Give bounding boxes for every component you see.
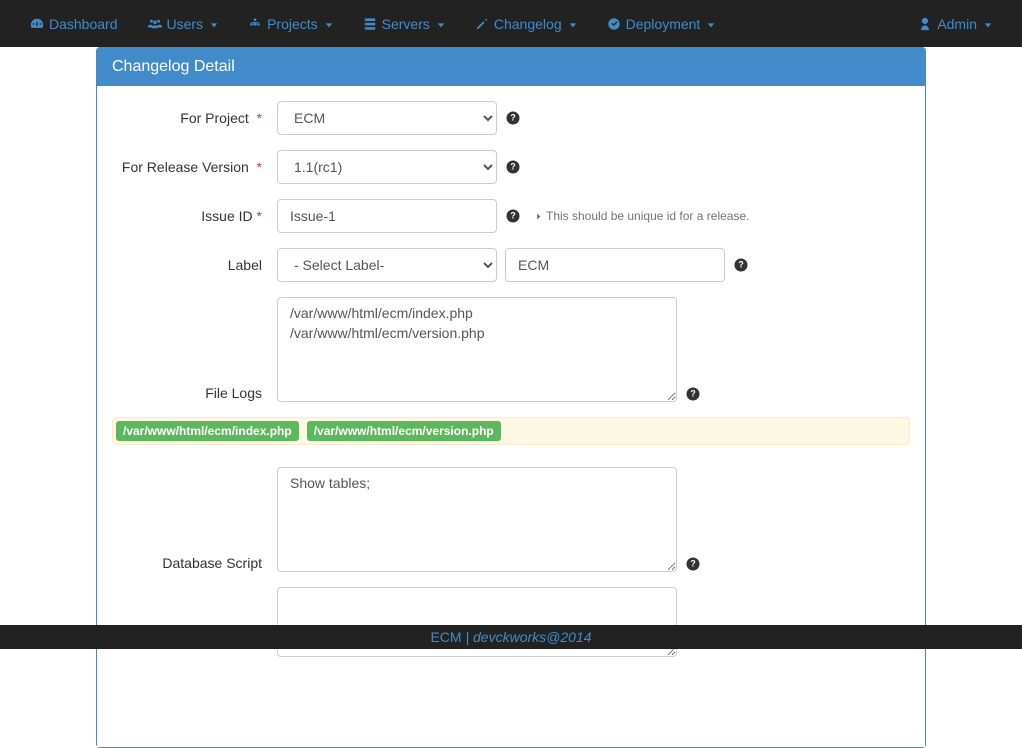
help-icon[interactable]: ? [505,159,521,175]
svg-text:?: ? [510,162,515,172]
navbar: Dashboard Users Projects Servers Changel… [0,0,1022,47]
nav-projects[interactable]: Projects [233,3,348,45]
help-icon[interactable]: ? [505,110,521,126]
nav-dashboard[interactable]: Dashboard [15,3,133,45]
check-circle-icon [607,17,621,31]
file-tags-box: /var/www/html/ecm/index.php /var/www/htm… [112,417,910,445]
nav-admin-label: Admin [937,16,977,32]
caret-icon [984,16,992,32]
label-label: Label [112,257,277,273]
label-version: For Release Version * [112,159,277,175]
svg-text:?: ? [738,260,743,270]
caret-icon [437,16,445,32]
server-icon [363,17,377,31]
nav-servers[interactable]: Servers [348,3,460,45]
nav-deployment-label: Deployment [626,16,701,32]
issue-help-text: This should be unique id for a release. [535,209,749,223]
caret-icon [569,16,577,32]
caret-icon [210,16,218,32]
filelogs-textarea[interactable] [277,297,677,402]
footer-byline: devckworks@2014 [473,629,592,645]
svg-text:?: ? [690,559,695,569]
caret-icon [325,16,333,32]
user-icon [918,17,932,31]
label-select[interactable]: - Select Label- [277,248,497,282]
label-text-input[interactable] [505,248,725,282]
help-icon[interactable]: ? [685,556,701,572]
issue-input[interactable] [277,199,497,233]
footer: ECM | devckworks@2014 [0,625,1022,649]
footer-brand: ECM [430,629,461,645]
label-dbscript: Database Script [112,467,277,571]
nav-dashboard-label: Dashboard [49,16,118,32]
navbar-left: Dashboard Users Projects Servers Changel… [15,3,730,45]
help-icon[interactable]: ? [505,208,521,224]
row-project: For Project * ECM ? [112,101,910,135]
nav-deployment[interactable]: Deployment [592,3,731,45]
row-issue: Issue ID * ? This should be unique id fo… [112,199,910,233]
project-select[interactable]: ECM [277,101,497,135]
caret-right-icon [535,209,542,223]
users-icon [148,17,162,31]
navbar-right: Admin [903,3,1007,45]
dbscript-textarea[interactable] [277,467,677,572]
nav-projects-label: Projects [267,16,318,32]
nav-changelog-label: Changelog [494,16,562,32]
row-version: For Release Version * 1.1(rc1) ? [112,150,910,184]
caret-icon [707,16,715,32]
nav-users[interactable]: Users [133,3,234,45]
version-select[interactable]: 1.1(rc1) [277,150,497,184]
label-filelogs: File Logs [112,297,277,401]
row-dbscript: Database Script ? [112,467,910,572]
row-filelogs: File Logs ? [112,297,910,402]
nav-servers-label: Servers [382,16,430,32]
label-project: For Project * [112,110,277,126]
label-issue: Issue ID * [112,208,277,224]
svg-text:?: ? [510,113,515,123]
dashboard-icon [30,17,44,31]
sitemap-icon [248,17,262,31]
nav-admin[interactable]: Admin [903,3,1007,45]
help-icon[interactable]: ? [733,257,749,273]
svg-text:?: ? [510,211,515,221]
row-label: Label - Select Label- ? [112,248,910,282]
svg-text:?: ? [690,389,695,399]
nav-users-label: Users [167,16,204,32]
help-icon[interactable]: ? [685,386,701,402]
nav-changelog[interactable]: Changelog [460,3,592,45]
file-tag[interactable]: /var/www/html/ecm/index.php [116,421,299,441]
file-tag[interactable]: /var/www/html/ecm/version.php [307,421,501,441]
edit-icon [475,17,489,31]
panel-title: Changelog Detail [97,48,925,86]
